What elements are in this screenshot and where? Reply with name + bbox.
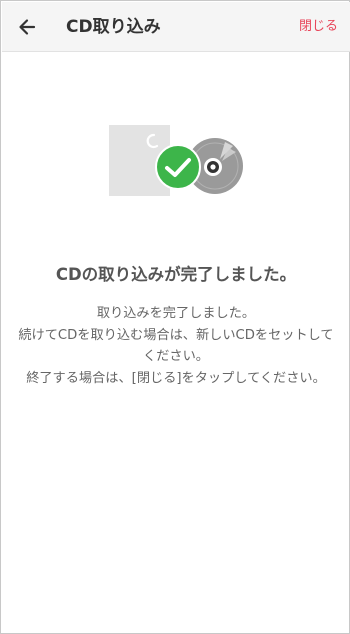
arrow-left-icon <box>19 19 36 35</box>
close-button[interactable]: 閉じる <box>299 17 338 37</box>
completion-description: 取り込みを完了しました。 続けてCDを取り込む場合は、新しいCDをセットしてくだ… <box>16 303 336 389</box>
description-line: 続けてCDを取り込む場合は、新しいCDをセットしてください。 <box>18 327 334 365</box>
description-line: 取り込みを完了しました。 <box>96 306 256 321</box>
page-title: CD取り込み <box>66 17 161 37</box>
cd-import-complete-illustration <box>109 125 243 196</box>
app-header: CD取り込み 閉じる <box>2 2 350 52</box>
app-screen: CD取り込み 閉じる CDの取り込みが完了しました。 取り込みを完了しました。 … <box>0 0 350 634</box>
completion-heading: CDの取り込みが完了しました。 <box>55 265 297 284</box>
back-button[interactable] <box>12 12 42 42</box>
check-circle-icon <box>155 144 201 190</box>
description-line: 終了する場合は、[閉じる]をタップしてください。 <box>26 370 326 386</box>
